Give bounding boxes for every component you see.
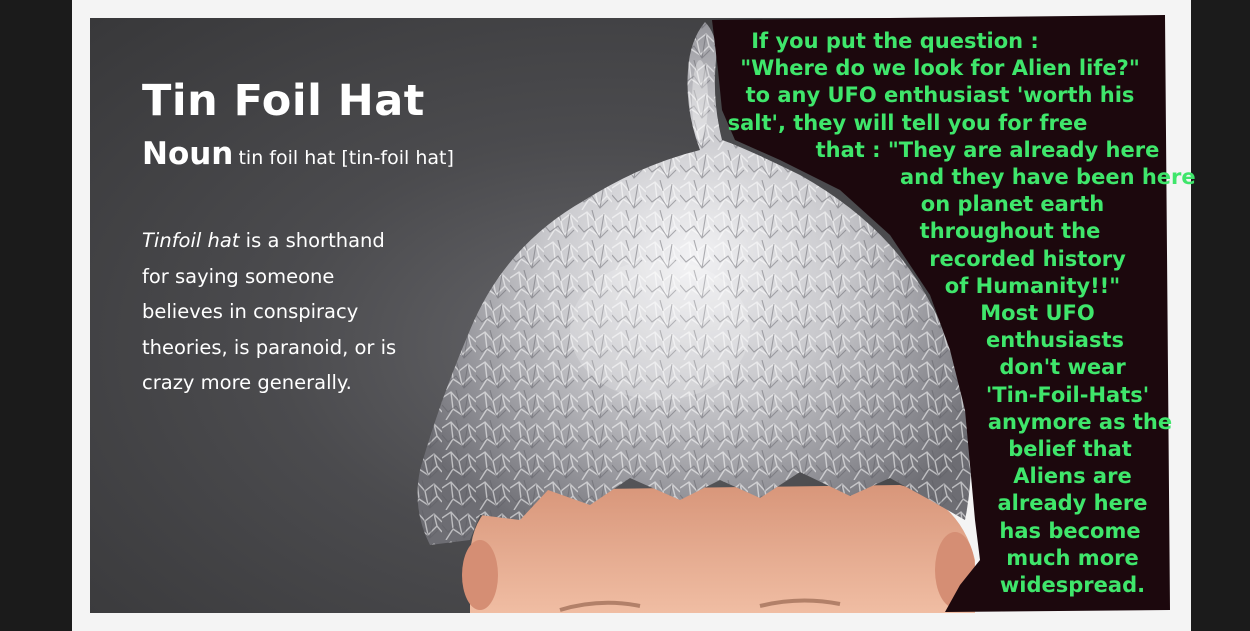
callout-line: If you put the question : xyxy=(751,29,1039,53)
callout-line: "Where do we look for Alien life?" xyxy=(740,56,1140,81)
callout-line: 'Tin-Foil-Hats' xyxy=(985,382,1150,407)
callout-line: that : "They are already here xyxy=(815,137,1160,162)
callout-line: and they have been here xyxy=(900,165,1196,190)
callout-line: to any UFO enthusiast 'worth his xyxy=(745,83,1135,108)
callout-line: Aliens are xyxy=(1013,464,1132,489)
callout-line: belief that xyxy=(1008,437,1132,462)
callout-line: widespread. xyxy=(999,573,1146,598)
callout-line: anymore as the xyxy=(987,409,1173,434)
callout-line: of Humanity!!" xyxy=(944,273,1121,298)
callout-line: throughout the xyxy=(919,219,1101,244)
callout-line: salt', they will tell you for free xyxy=(727,110,1088,135)
callout-line: has become xyxy=(999,518,1141,543)
callout-line: don't wear xyxy=(999,355,1126,380)
callout-line: much more xyxy=(1006,545,1139,570)
callout-line: already here xyxy=(997,491,1148,516)
callout-line: on planet earth xyxy=(920,192,1105,217)
callout-line: enthusiasts xyxy=(985,328,1125,353)
callout-line: Most UFO xyxy=(980,301,1095,326)
callout-line: recorded history xyxy=(929,246,1126,271)
callout-text: If you put the question : "Where do we l… xyxy=(705,28,1196,599)
